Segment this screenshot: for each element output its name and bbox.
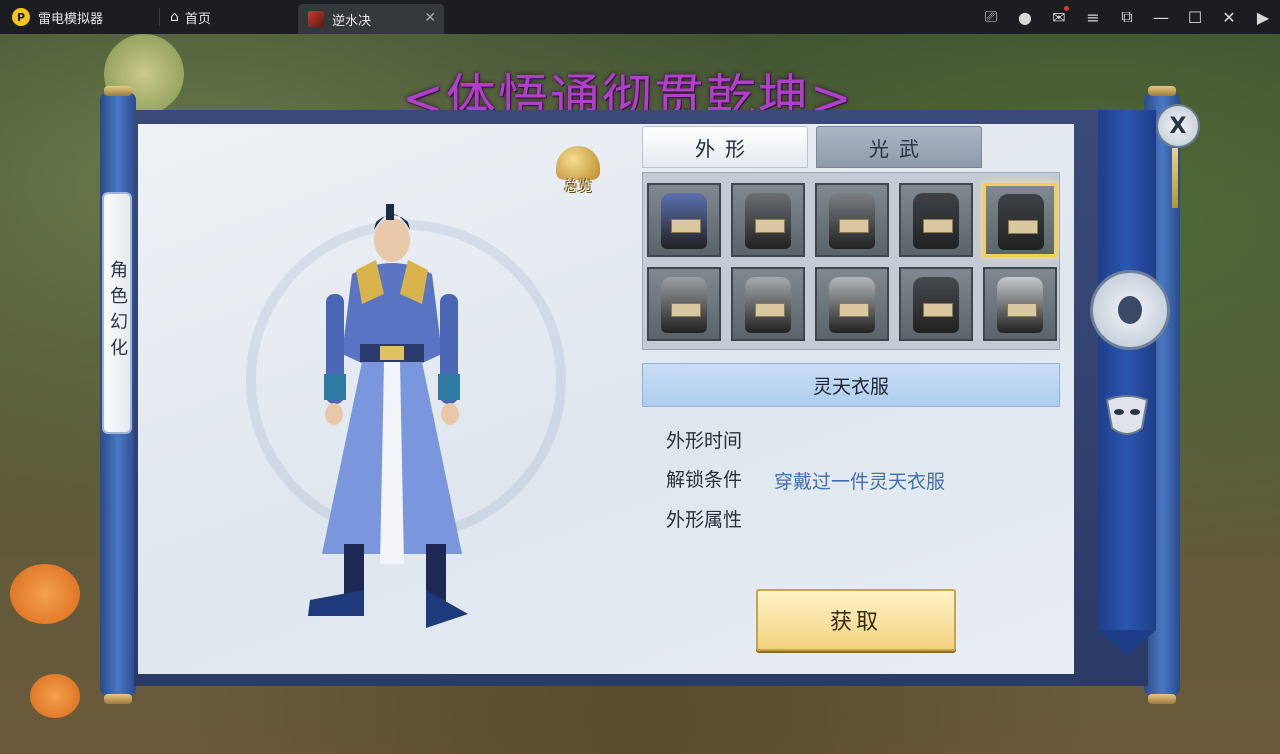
- overview-button[interactable]: 总览: [546, 146, 610, 198]
- obtain-button[interactable]: 获取: [756, 589, 956, 651]
- emulator-logo-icon: P: [12, 8, 30, 26]
- costume-slot[interactable]: [731, 267, 805, 341]
- side-ribbon: [1098, 110, 1156, 630]
- character-avatar-button[interactable]: [1090, 270, 1170, 350]
- screenshot-icon[interactable]: ⧉: [1110, 7, 1144, 27]
- maximize-icon[interactable]: ☐: [1178, 8, 1212, 27]
- helmet-icon: [556, 146, 600, 180]
- rod-cap: [104, 694, 132, 704]
- costume-slot[interactable]: [731, 183, 805, 257]
- side-tab-character[interactable]: 角色幻化: [104, 194, 130, 432]
- belt-icon: [1008, 220, 1038, 234]
- belt-icon: [671, 303, 701, 317]
- close-x-icon: X: [1169, 113, 1187, 139]
- obtain-button-label: 获取: [829, 610, 882, 635]
- overview-label: 总览: [564, 179, 592, 195]
- belt-icon: [923, 219, 953, 233]
- tab-home-label: 首页: [184, 11, 211, 27]
- title-bar: P 雷电模拟器 ⌂ 首页 逆水决 ✕ ⎚ ● ✉ ≡ ⧉ — ☐ ✕ ▶: [0, 0, 1280, 34]
- tab-home[interactable]: ⌂ 首页: [170, 8, 290, 27]
- rod-cap: [104, 86, 132, 96]
- home-icon: ⌂: [170, 9, 179, 25]
- unlock-label: 解锁条件: [666, 469, 743, 491]
- costume-slot[interactable]: [899, 267, 973, 341]
- close-icon[interactable]: ✕: [1212, 8, 1246, 27]
- app-name: 雷电模拟器: [38, 11, 104, 27]
- belt-icon: [671, 219, 701, 233]
- panel-close-button[interactable]: X: [1156, 104, 1200, 148]
- character-model: [308, 204, 468, 628]
- tab-appearance-label: 外形: [695, 136, 755, 161]
- costume-slot[interactable]: [815, 183, 889, 257]
- menu-icon[interactable]: ≡: [1076, 8, 1110, 27]
- belt-icon: [1007, 303, 1037, 317]
- tab-light-weapon-label: 光武: [869, 136, 929, 161]
- unlock-condition: 穿戴过一件灵天衣服: [774, 471, 946, 493]
- mask-icon[interactable]: [1102, 390, 1152, 440]
- flower-decoration-icon: [10, 564, 80, 624]
- belt-icon: [755, 303, 785, 317]
- tab-game-label: 逆水决: [332, 13, 372, 29]
- tassel-decoration: [1172, 148, 1178, 208]
- costume-slot[interactable]: [983, 183, 1057, 257]
- costume-grid: [642, 172, 1060, 350]
- item-name: 灵天衣服: [812, 375, 889, 398]
- costume-slot[interactable]: [647, 267, 721, 341]
- flower-decoration-icon: [30, 674, 80, 718]
- fullscreen-icon[interactable]: ▶: [1246, 8, 1280, 27]
- user-icon[interactable]: ●: [1008, 8, 1042, 27]
- tab-close-icon[interactable]: ✕: [424, 10, 436, 26]
- side-tab-label: 角色幻化: [107, 260, 128, 364]
- game-icon: [308, 11, 324, 27]
- costume-slot[interactable]: [647, 183, 721, 257]
- costume-slot[interactable]: [983, 267, 1057, 341]
- attribute-label: 外形属性: [666, 509, 743, 531]
- gamepad-icon[interactable]: ⎚: [974, 7, 1008, 27]
- minimize-icon[interactable]: —: [1144, 8, 1178, 27]
- belt-icon: [839, 219, 869, 233]
- window-controls: ⎚ ● ✉ ≡ ⧉ — ☐ ✕ ▶: [974, 0, 1280, 34]
- rod-cap: [1148, 694, 1176, 704]
- time-label: 外形时间: [666, 430, 743, 452]
- mail-icon[interactable]: ✉: [1042, 5, 1076, 27]
- belt-icon: [839, 303, 869, 317]
- item-name-band: 灵天衣服: [642, 363, 1060, 407]
- belt-icon: [755, 219, 785, 233]
- ribbon-tip: [1098, 630, 1156, 656]
- tab-game[interactable]: 逆水决 ✕: [298, 4, 444, 34]
- divider: [159, 8, 161, 26]
- character-silhouette-icon: [1118, 296, 1142, 324]
- costume-slot[interactable]: [899, 183, 973, 257]
- belt-icon: [923, 303, 953, 317]
- tab-light-weapon[interactable]: 光武: [816, 126, 982, 168]
- tab-appearance[interactable]: 外形: [642, 126, 808, 168]
- costume-slot[interactable]: [815, 267, 889, 341]
- rod-cap: [1148, 86, 1176, 96]
